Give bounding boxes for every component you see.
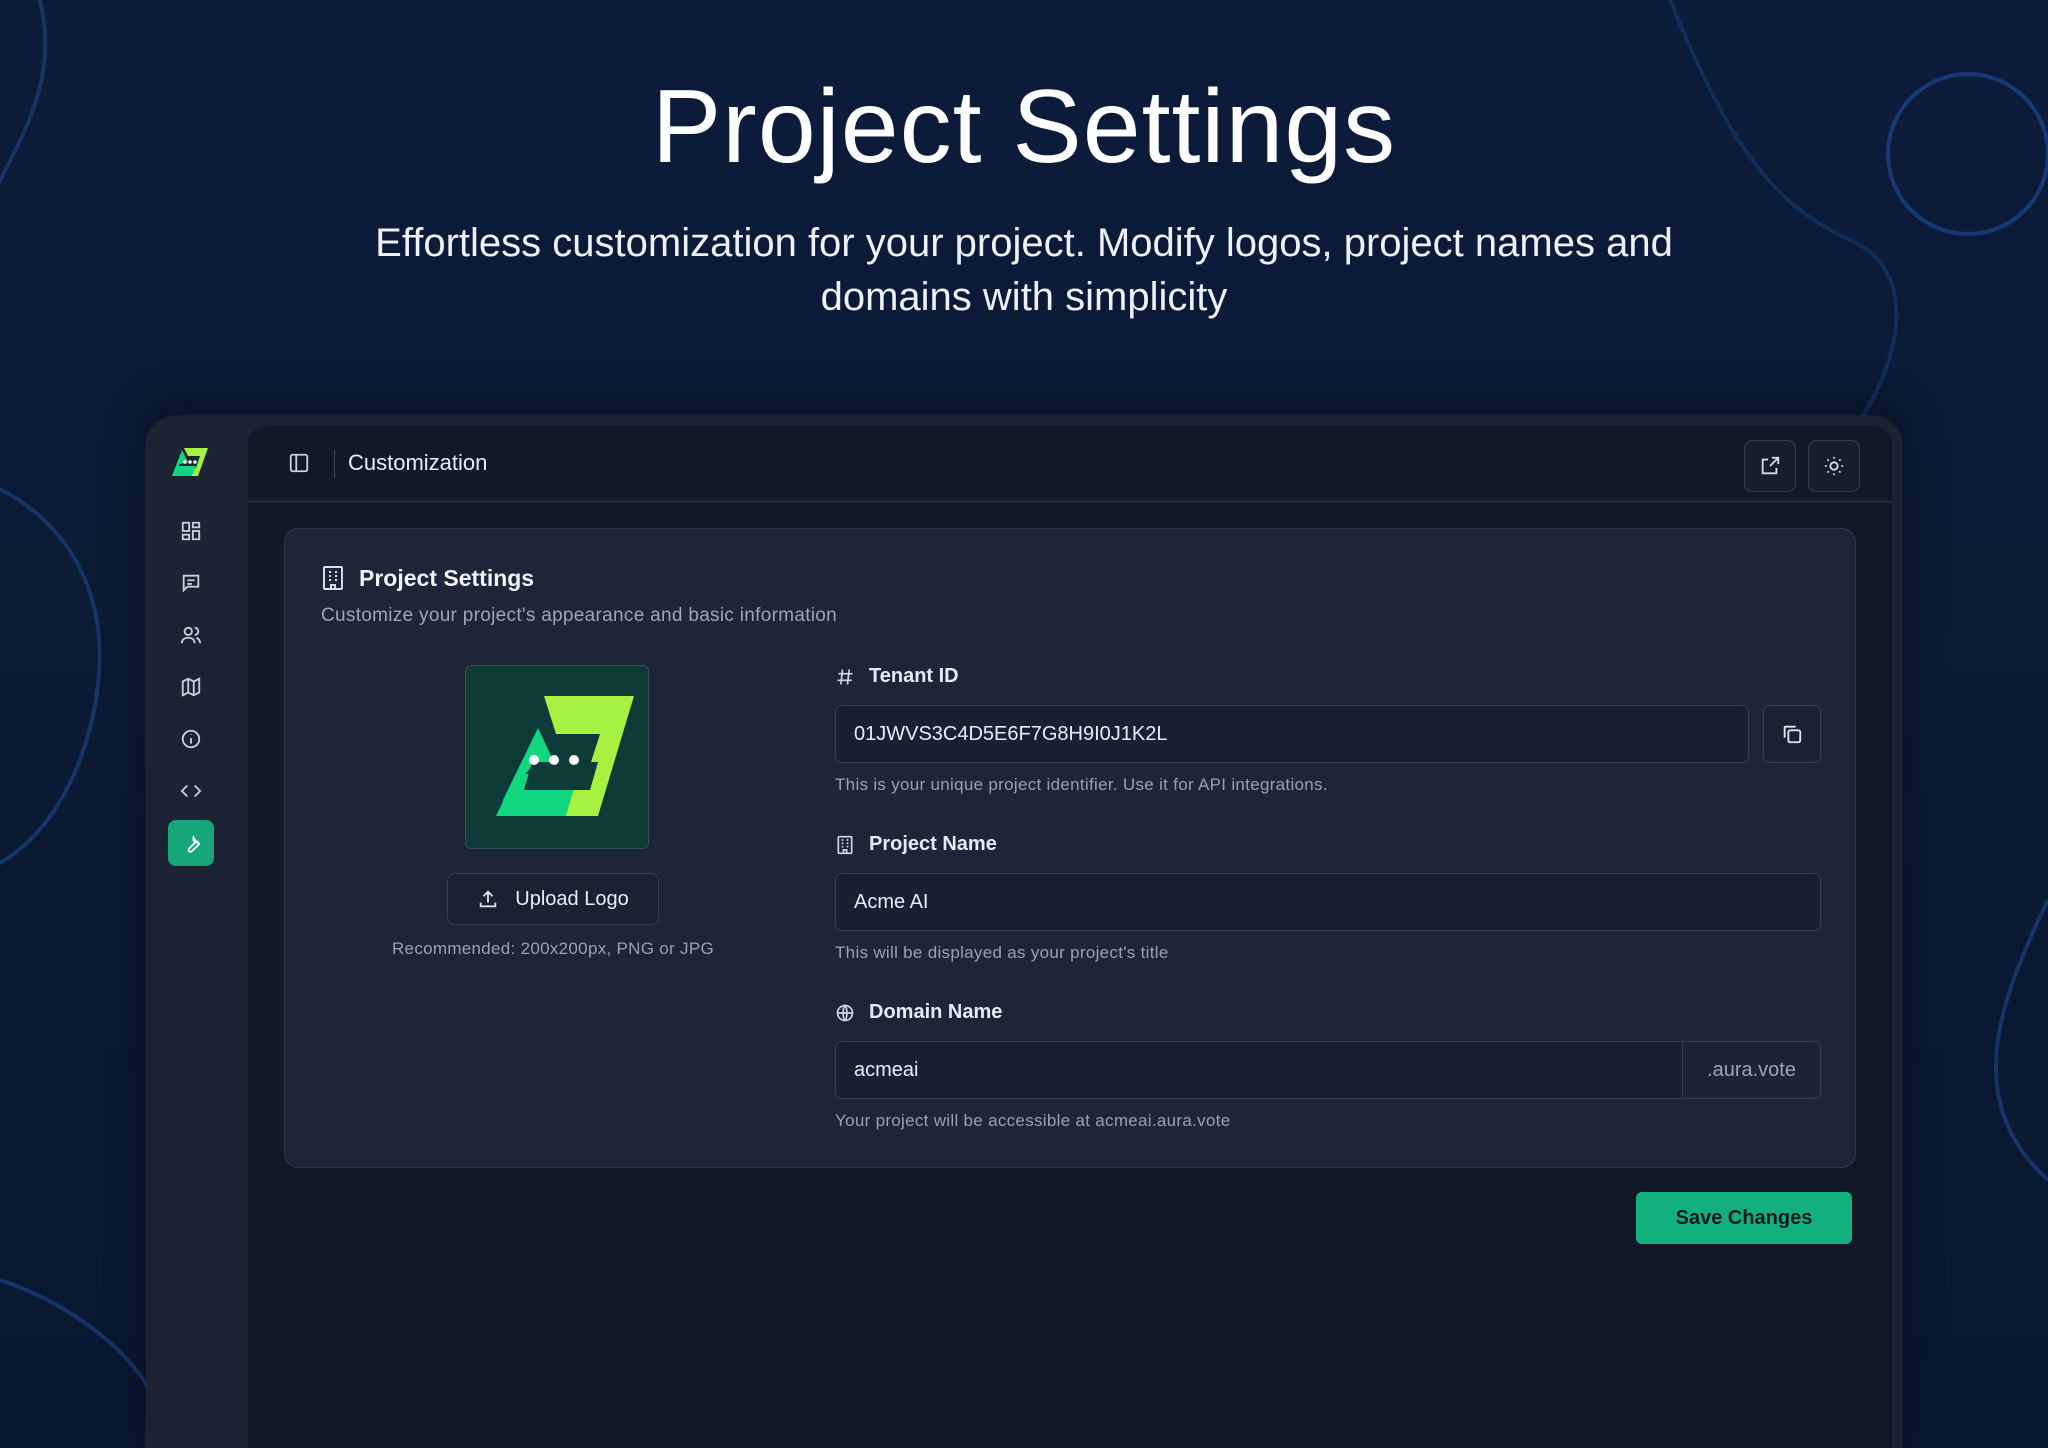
- copy-icon: [1783, 725, 1802, 744]
- domain-name-label-text: Domain Name: [869, 1001, 1003, 1023]
- rail-item-users[interactable]: [168, 612, 214, 658]
- page: Project Settings Effortless customizatio…: [0, 0, 2048, 1448]
- open-external-button[interactable]: [1744, 440, 1796, 492]
- sun-icon: [1824, 456, 1844, 476]
- project-name-field[interactable]: Acme AI: [835, 873, 1821, 931]
- copy-tenant-id-button[interactable]: [1763, 705, 1821, 763]
- rail-item-roadmap[interactable]: [168, 664, 214, 710]
- map-icon: [181, 677, 201, 697]
- rail-item-code[interactable]: [168, 768, 214, 814]
- tenant-id-value: 01JWVS3C4D5E6F7G8H9I0J1K2L: [854, 722, 1168, 745]
- external-link-icon: [1761, 456, 1780, 475]
- building-icon: [323, 566, 343, 590]
- upload-logo-button[interactable]: Upload Logo: [447, 873, 659, 925]
- hero-subtitle: Effortless customization for your projec…: [375, 221, 1673, 319]
- domain-name-label: Domain Name: [835, 1001, 1002, 1024]
- card-title: Project Settings: [359, 565, 535, 591]
- upload-logo-label: Upload Logo: [515, 887, 629, 910]
- project-name-label-text: Project Name: [869, 833, 997, 855]
- wrench-icon: [187, 834, 201, 853]
- page-title: Customization: [348, 450, 488, 475]
- save-changes-button[interactable]: Save Changes: [1636, 1192, 1852, 1244]
- globe-icon: [836, 1004, 854, 1021]
- hero-title: Project Settings: [651, 69, 1397, 185]
- building-icon: [837, 835, 853, 854]
- upload-hint: Recommended: 200x200px, PNG or JPG: [391, 939, 715, 958]
- main-panel: Customization Project Settings Customize…: [248, 426, 1892, 1448]
- dashboard-icon: [181, 521, 201, 541]
- sidebar-toggle-icon[interactable]: [288, 452, 310, 474]
- app-logo: [172, 448, 208, 476]
- tenant-id-label-text: Tenant ID: [869, 665, 959, 687]
- code-icon: [180, 784, 202, 798]
- tenant-id-helper: This is your unique project identifier. …: [835, 775, 1328, 794]
- domain-name-field[interactable]: acmeai: [835, 1041, 1683, 1099]
- topbar: Customization: [248, 426, 1892, 502]
- hash-icon: [837, 668, 853, 685]
- message-icon: [182, 574, 200, 593]
- card-description: Customize your project's appearance and …: [321, 605, 838, 626]
- domain-name-value: acmeai: [854, 1058, 919, 1081]
- topbar-divider: [334, 450, 335, 478]
- rail-item-messages[interactable]: [168, 560, 214, 606]
- rail-item-customization[interactable]: [168, 820, 214, 866]
- project-name-helper: This will be displayed as your project's…: [835, 943, 1169, 962]
- icon-rail: [146, 416, 248, 1448]
- users-icon: [180, 626, 202, 644]
- tenant-id-label: Tenant ID: [835, 665, 959, 688]
- project-logo: [496, 696, 634, 816]
- app-window: Customization Project Settings Customize…: [146, 416, 1902, 1448]
- tenant-id-field[interactable]: 01JWVS3C4D5E6F7G8H9I0J1K2L: [835, 705, 1749, 763]
- rail-item-dashboard[interactable]: [168, 508, 214, 554]
- rail-item-info[interactable]: [168, 716, 214, 762]
- project-name-label: Project Name: [835, 833, 997, 856]
- project-logo-preview: [465, 665, 649, 849]
- project-settings-card: Project Settings Customize your project'…: [284, 528, 1856, 1168]
- project-name-value: Acme AI: [854, 890, 929, 913]
- domain-name-helper: Your project will be accessible at acmea…: [835, 1111, 1231, 1130]
- domain-suffix: .aura.vote: [1682, 1041, 1821, 1099]
- info-icon: [181, 729, 201, 749]
- theme-toggle-button[interactable]: [1808, 440, 1860, 492]
- upload-icon: [480, 890, 497, 908]
